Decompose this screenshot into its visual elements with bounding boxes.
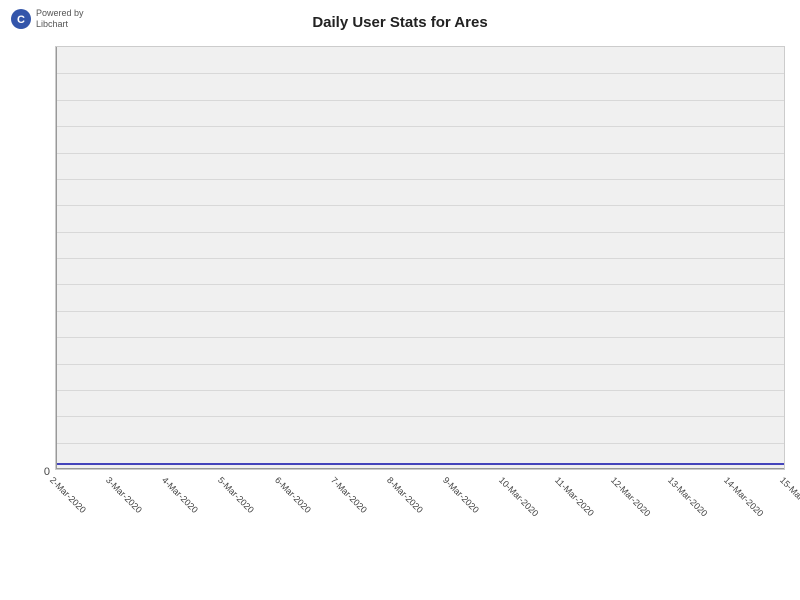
x-axis-label: 4-Mar-2020: [160, 475, 200, 515]
x-axis-label: 11-Mar-2020: [553, 475, 596, 518]
x-axis-area: 2-Mar-20203-Mar-20204-Mar-20205-Mar-2020…: [55, 470, 785, 590]
x-axis-label: 8-Mar-2020: [385, 475, 425, 515]
y-axis-area: 0: [15, 46, 55, 470]
grid-lines: [56, 47, 784, 469]
chart-bottom-border: [56, 468, 784, 469]
svg-text:C: C: [17, 14, 25, 26]
x-axis-label: 2-Mar-2020: [48, 475, 88, 515]
chart-plot-area: [55, 46, 785, 470]
data-line: [56, 463, 784, 465]
x-labels-wrapper: 2-Mar-20203-Mar-20204-Mar-20205-Mar-2020…: [55, 470, 785, 485]
grid-line: [56, 232, 784, 233]
powered-by-badge: C Powered by Libchart: [10, 8, 84, 30]
grid-line: [56, 284, 784, 285]
y-zero-label: 0: [44, 466, 50, 478]
x-axis-label: 12-Mar-2020: [609, 475, 653, 519]
x-axis-label: 9-Mar-2020: [441, 475, 481, 515]
grid-line: [56, 126, 784, 127]
x-axis-label: 13-Mar-2020: [665, 475, 709, 519]
grid-line: [56, 311, 784, 312]
x-axis-label: 14-Mar-2020: [722, 475, 766, 519]
libchart-logo-icon: C: [10, 8, 32, 30]
grid-line: [56, 179, 784, 180]
grid-line: [56, 100, 784, 101]
x-axis-label: 15-Mar-2020: [778, 475, 800, 519]
powered-by-text: Powered by Libchart: [36, 8, 84, 30]
chart-container: C Powered by Libchart Daily User Stats f…: [0, 0, 800, 600]
x-axis-label: 3-Mar-2020: [104, 475, 144, 515]
x-axis-label: 5-Mar-2020: [216, 475, 256, 515]
grid-line: [56, 416, 784, 417]
grid-line: [56, 364, 784, 365]
grid-line: [56, 205, 784, 206]
grid-line: [56, 390, 784, 391]
grid-line: [56, 73, 784, 74]
grid-line: [56, 337, 784, 338]
grid-line: [56, 258, 784, 259]
grid-line: [56, 443, 784, 444]
x-axis-label: 7-Mar-2020: [329, 475, 369, 515]
grid-line: [56, 153, 784, 154]
x-axis-label: 10-Mar-2020: [497, 475, 541, 519]
chart-left-border: [56, 47, 57, 469]
x-axis-label: 6-Mar-2020: [272, 475, 312, 515]
chart-title: Daily User Stats for Ares: [10, 14, 790, 31]
